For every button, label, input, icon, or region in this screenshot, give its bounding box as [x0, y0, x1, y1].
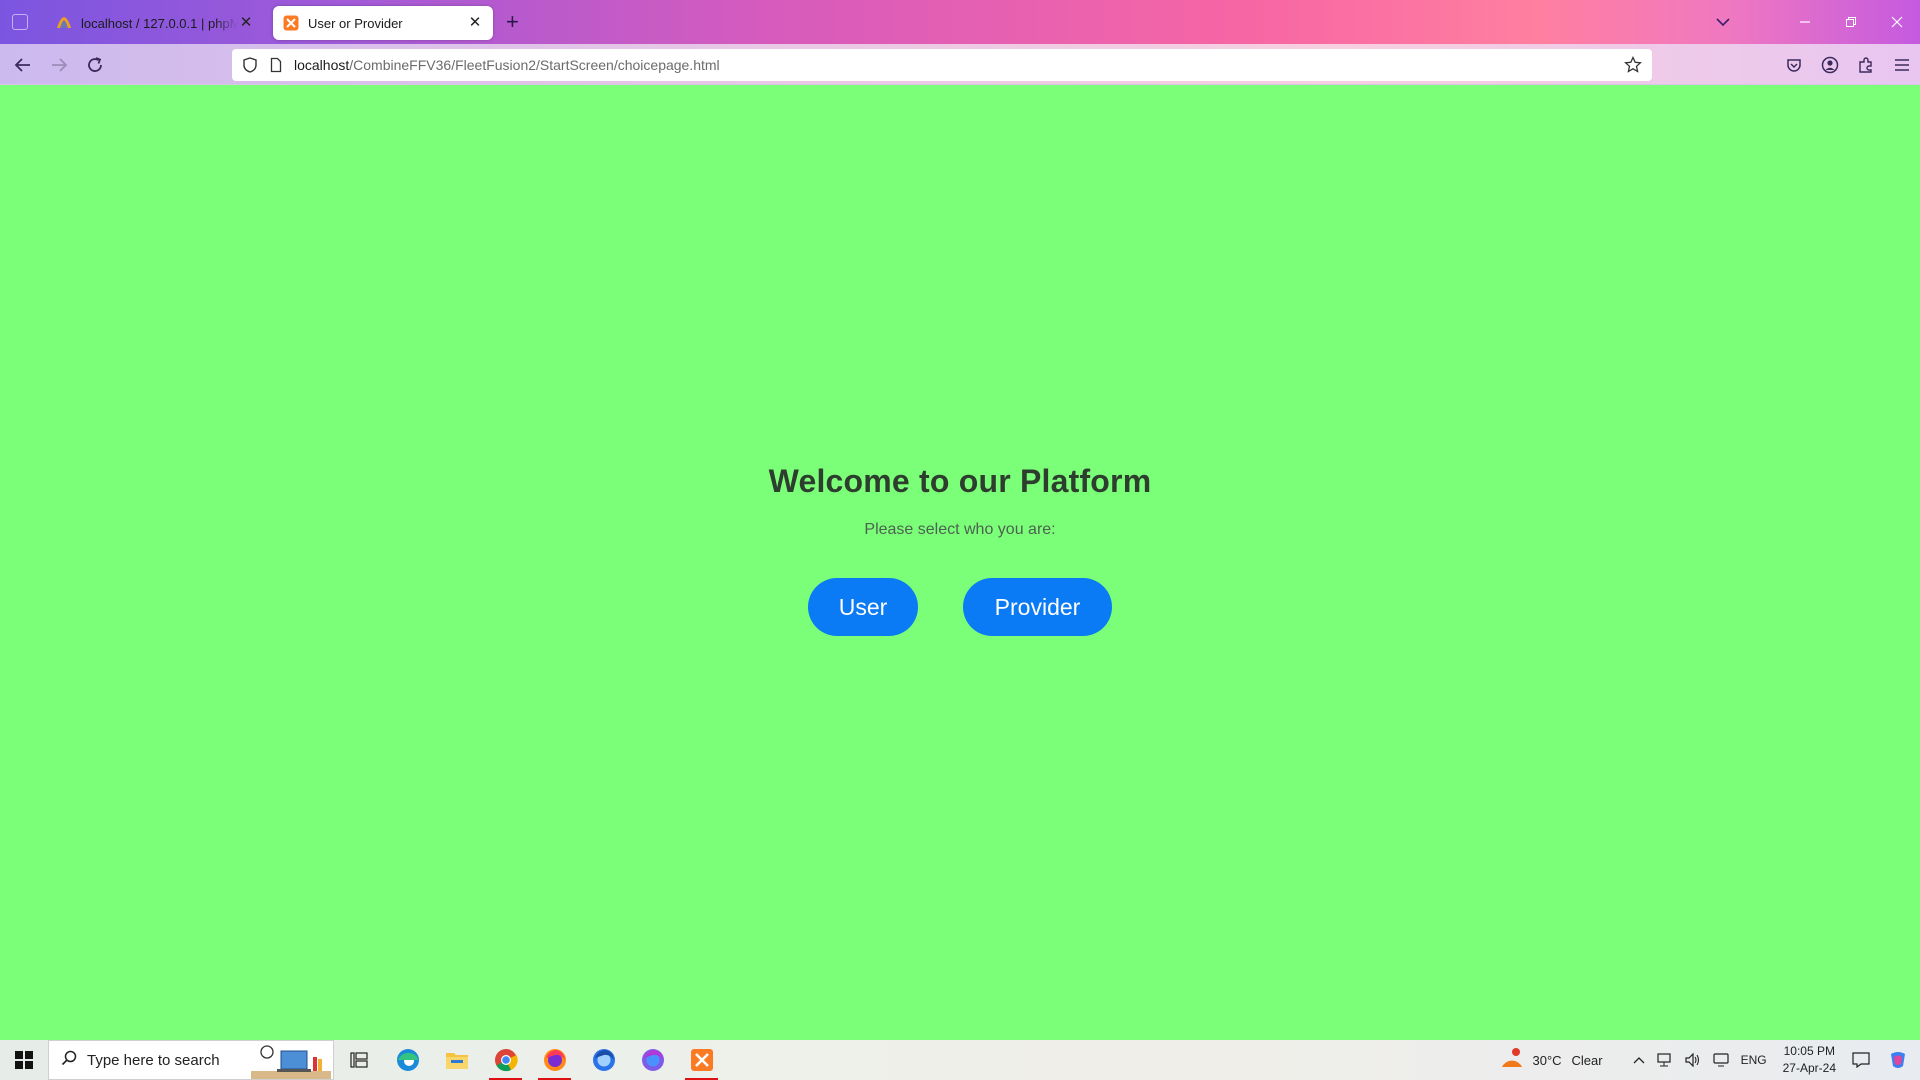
- taskbar: Type here to search 30°C Clear ENG 10:05…: [0, 1040, 1920, 1080]
- provider-button[interactable]: Provider: [963, 578, 1112, 636]
- navigation-bar: localhost/CombineFFV36/FleetFusion2/Star…: [0, 44, 1920, 85]
- weather-temperature: 30°C: [1532, 1052, 1562, 1068]
- weather-widget[interactable]: 30°C Clear: [1494, 1047, 1608, 1074]
- reload-icon[interactable]: [80, 50, 110, 80]
- browser-tab-bar: localhost / 127.0.0.1 | phpMyAdmin ✕ Use…: [0, 0, 1920, 44]
- volume-icon[interactable]: [1679, 1053, 1707, 1067]
- url-host: localhost: [294, 57, 350, 73]
- firefox-icon[interactable]: [530, 1040, 579, 1080]
- minimize-icon[interactable]: [1782, 0, 1828, 44]
- edge-icon[interactable]: [383, 1040, 432, 1080]
- xampp-taskbar-icon[interactable]: [677, 1040, 726, 1080]
- welcome-section: Welcome to our Platform Please select wh…: [0, 463, 1920, 636]
- display-icon[interactable]: [1707, 1053, 1735, 1067]
- clock[interactable]: 10:05 PM 27-Apr-24: [1773, 1043, 1846, 1077]
- extensions-icon[interactable]: [1848, 44, 1884, 85]
- restore-icon[interactable]: [1828, 0, 1874, 44]
- url-text: localhost/CombineFFV36/FleetFusion2/Star…: [294, 57, 720, 73]
- new-tab-button[interactable]: +: [506, 11, 519, 33]
- user-button[interactable]: User: [808, 578, 918, 636]
- tab-title: localhost / 127.0.0.1 | phpMyAdmin: [81, 15, 238, 31]
- tab-title: User or Provider: [308, 15, 403, 31]
- tab-user-or-provider[interactable]: User or Provider ✕: [273, 6, 493, 40]
- tracking-shield-icon[interactable]: [242, 57, 258, 73]
- page-body: Welcome to our Platform Please select wh…: [0, 85, 1920, 1040]
- page-subtitle: Please select who you are:: [864, 521, 1056, 538]
- search-placeholder: Type here to search: [87, 1051, 220, 1069]
- forward-arrow-icon[interactable]: [44, 50, 74, 80]
- page-title: Welcome to our Platform: [768, 463, 1152, 499]
- phpmyadmin-icon: [56, 15, 72, 31]
- task-view-icon[interactable]: [334, 1040, 383, 1080]
- choice-buttons: User Provider: [0, 578, 1920, 636]
- chevron-down-icon[interactable]: [1700, 0, 1746, 44]
- network-icon[interactable]: [1651, 1053, 1679, 1067]
- close-icon[interactable]: ✕: [238, 15, 254, 31]
- bookmark-star-icon[interactable]: [1624, 55, 1642, 77]
- language-indicator[interactable]: ENG: [1735, 1053, 1773, 1067]
- account-icon[interactable]: [1812, 44, 1848, 85]
- weather-icon: [1500, 1047, 1524, 1074]
- windows-start-icon[interactable]: [0, 1040, 48, 1080]
- firefox-alt-icon[interactable]: [579, 1040, 628, 1080]
- chrome-icon[interactable]: [481, 1040, 530, 1080]
- pocket-icon[interactable]: [1776, 44, 1812, 85]
- file-explorer-icon[interactable]: [432, 1040, 481, 1080]
- search-highlight-icon[interactable]: [251, 1043, 331, 1079]
- tab-list-icon[interactable]: [12, 14, 28, 30]
- clock-date: 27-Apr-24: [1782, 1061, 1836, 1075]
- address-bar[interactable]: localhost/CombineFFV36/FleetFusion2/Star…: [232, 49, 1652, 81]
- clock-time: 10:05 PM: [1783, 1044, 1835, 1058]
- close-icon[interactable]: ✕: [467, 15, 483, 31]
- back-arrow-icon[interactable]: [8, 50, 38, 80]
- taskbar-search-box[interactable]: Type here to search: [48, 1040, 334, 1080]
- chevron-up-icon[interactable]: [1627, 1056, 1651, 1064]
- xampp-icon: [283, 15, 299, 31]
- tab-phpmyadmin[interactable]: localhost / 127.0.0.1 | phpMyAdmin ✕: [46, 6, 264, 40]
- search-icon: [61, 1050, 77, 1070]
- window-close-icon[interactable]: [1874, 0, 1920, 44]
- url-path: /CombineFFV36/FleetFusion2/StartScreen/c…: [349, 57, 720, 73]
- page-info-icon[interactable]: [268, 57, 284, 73]
- system-tray: 30°C Clear ENG 10:05 PM 27-Apr-24: [1494, 1040, 1920, 1080]
- notifications-icon[interactable]: [1846, 1052, 1876, 1068]
- copilot-icon[interactable]: [1876, 1050, 1920, 1070]
- weather-description: Clear: [1571, 1052, 1603, 1068]
- firefox-nightly-icon[interactable]: [628, 1040, 677, 1080]
- menu-icon[interactable]: [1884, 44, 1920, 85]
